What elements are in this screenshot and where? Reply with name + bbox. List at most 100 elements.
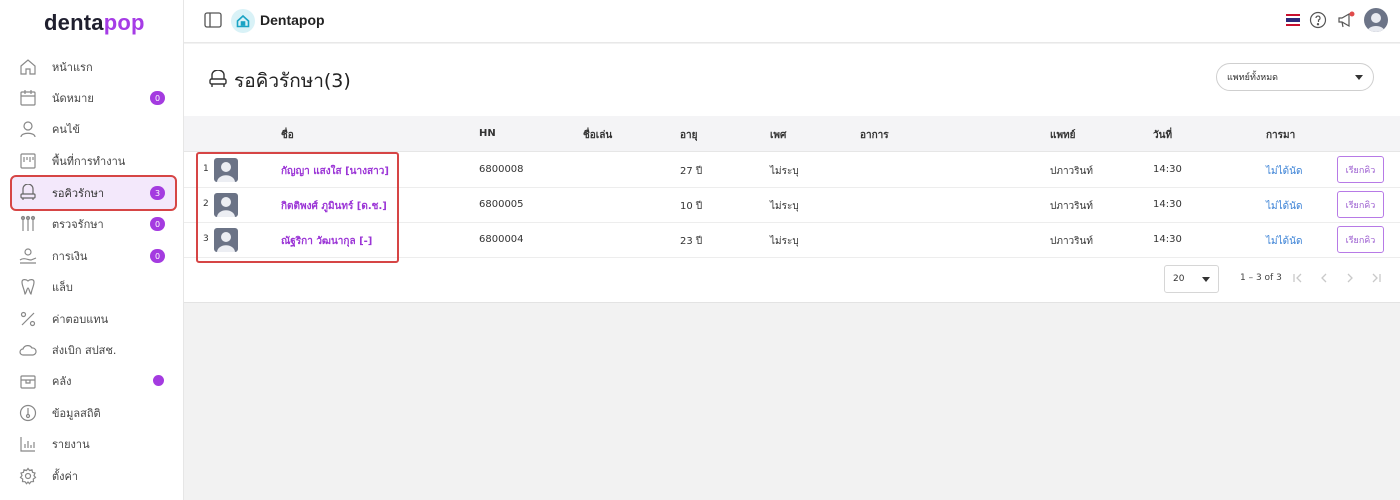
announcement-icon[interactable] bbox=[1336, 10, 1356, 30]
sidebar-item-label: ส่งเบิก สปสช. bbox=[52, 344, 117, 357]
payment-icon bbox=[18, 246, 38, 266]
doctor-cell: ปภาวรินท์ bbox=[1050, 166, 1093, 177]
table-row[interactable]: 2 กิตติพงศ์ ภูมินทร์ [ด.ช.] 6800005 10 ป… bbox=[184, 188, 1400, 222]
doctor-filter-select[interactable]: แพทย์ทั้งหมด bbox=[1216, 63, 1374, 91]
call-queue-button[interactable]: เรียกคิว bbox=[1337, 191, 1384, 218]
column-header-nickname[interactable]: ชื่อเล่น bbox=[583, 128, 612, 143]
dental-chair-icon bbox=[208, 69, 228, 92]
doctor-cell: ปภาวรินท์ bbox=[1050, 236, 1093, 247]
sidebar-item-treatment[interactable]: ตรวจรักษา 0 bbox=[12, 208, 175, 240]
column-header-date[interactable]: วันที่ bbox=[1153, 128, 1172, 143]
dentapop-logo[interactable]: dentapop bbox=[44, 10, 145, 36]
home-icon bbox=[18, 57, 38, 77]
sidebar-item-finance[interactable]: การเงิน 0 bbox=[12, 240, 175, 272]
patient-avatar bbox=[214, 228, 238, 252]
help-icon[interactable] bbox=[1308, 10, 1328, 30]
age-cell: 10 ปี bbox=[680, 201, 703, 212]
sidebar-item-nhso-claim[interactable]: ส่งเบิก สปสช. bbox=[12, 334, 175, 366]
sex-cell: ไม่ระบุ bbox=[770, 236, 799, 247]
sidebar-item-label: รอคิวรักษา bbox=[52, 187, 105, 200]
sidebar: dentapop หน้าแรก นัดหมาย 0 คนไข้ พื้นที่… bbox=[0, 0, 184, 500]
next-page-icon[interactable] bbox=[1342, 270, 1358, 286]
sidebar-item-workspace[interactable]: พื้นที่การทำงาน bbox=[12, 145, 175, 177]
call-queue-button[interactable]: เรียกคิว bbox=[1337, 226, 1384, 253]
column-header-age[interactable]: อายุ bbox=[680, 128, 697, 143]
sidebar-item-statistics[interactable]: ข้อมูลสถิติ bbox=[12, 397, 175, 429]
row-number: 3 bbox=[203, 234, 209, 244]
calendar-icon bbox=[18, 88, 38, 108]
count-badge: 0 bbox=[150, 249, 165, 263]
sidebar-item-compensation[interactable]: ค่าตอบแทน bbox=[12, 303, 175, 335]
box-icon bbox=[18, 371, 38, 391]
sidebar-item-home[interactable]: หน้าแรก bbox=[12, 51, 175, 83]
column-header-name[interactable]: ชื่อ bbox=[281, 128, 294, 143]
table-row[interactable]: 3 ณัฐริกา วัฒนากุล [-] 6800004 23 ปี ไม่… bbox=[184, 223, 1400, 257]
sidebar-item-label: รายงาน bbox=[52, 438, 90, 451]
sidebar-item-settings[interactable]: ตั้งค่า bbox=[12, 460, 175, 492]
last-page-icon[interactable] bbox=[1368, 270, 1384, 286]
sidebar-item-appointments[interactable]: นัดหมาย 0 bbox=[12, 82, 175, 114]
page-title: รอคิวรักษา(3) bbox=[208, 66, 351, 96]
percent-icon bbox=[18, 309, 38, 329]
row-number: 1 bbox=[203, 164, 209, 174]
column-header-sex[interactable]: เพศ bbox=[770, 128, 786, 143]
patient-name-link[interactable]: กิตติพงศ์ ภูมินทร์ [ด.ช.] bbox=[281, 199, 387, 214]
caret-down-icon bbox=[1355, 75, 1363, 80]
sidebar-toggle-icon[interactable] bbox=[204, 12, 222, 28]
workspace-icon bbox=[18, 151, 38, 171]
sidebar-item-reports[interactable]: รายงาน bbox=[12, 428, 175, 460]
hn-cell: 6800008 bbox=[479, 164, 524, 175]
person-icon bbox=[18, 119, 38, 139]
sidebar-item-inventory[interactable]: คลัง bbox=[12, 365, 175, 397]
patient-name-link[interactable]: ณัฐริกา วัฒนากุล [-] bbox=[281, 234, 372, 249]
time-cell: 14:30 bbox=[1153, 199, 1182, 210]
doctor-cell: ปภาวรินท์ bbox=[1050, 201, 1093, 212]
call-queue-button[interactable]: เรียกคิว bbox=[1337, 156, 1384, 183]
sidebar-item-label: พื้นที่การทำงาน bbox=[52, 155, 126, 168]
sidebar-item-label: ค่าตอบแทน bbox=[52, 313, 109, 326]
user-avatar[interactable] bbox=[1364, 8, 1388, 32]
age-cell: 27 ปี bbox=[680, 166, 703, 177]
arrival-status-cell: ไม่ได้นัด bbox=[1266, 166, 1303, 177]
tooth-icon bbox=[18, 277, 38, 297]
sidebar-item-label: หน้าแรก bbox=[52, 61, 93, 74]
sidebar-item-waiting-queue[interactable]: รอคิวรักษา 3 bbox=[10, 175, 177, 211]
sidebar-item-patients[interactable]: คนไข้ bbox=[12, 113, 175, 145]
page-size-value: 20 bbox=[1173, 274, 1185, 284]
column-header-symptom[interactable]: อาการ bbox=[860, 128, 889, 143]
sidebar-item-label: นัดหมาย bbox=[52, 92, 94, 105]
sidebar-item-label: ตรวจรักษา bbox=[52, 218, 104, 231]
sex-cell: ไม่ระบุ bbox=[770, 201, 799, 212]
page-size-select[interactable]: 20 bbox=[1164, 265, 1219, 293]
patient-name-link[interactable]: กัญญา แสงใส [นางสาว] bbox=[281, 164, 389, 179]
arrival-status-cell: ไม่ได้นัด bbox=[1266, 236, 1303, 247]
report-chart-icon bbox=[18, 434, 38, 454]
sidebar-item-lab[interactable]: แล็บ bbox=[12, 271, 175, 303]
column-header-hn[interactable]: HN bbox=[479, 128, 496, 139]
time-cell: 14:30 bbox=[1153, 164, 1182, 175]
sidebar-item-label: ตั้งค่า bbox=[52, 470, 79, 483]
sidebar-item-label: คนไข้ bbox=[52, 123, 80, 136]
row-divider bbox=[184, 257, 1400, 258]
row-number: 2 bbox=[203, 199, 209, 209]
count-badge: 0 bbox=[150, 91, 165, 105]
cloud-icon bbox=[18, 340, 38, 360]
hn-cell: 6800005 bbox=[479, 199, 524, 210]
logo-text-part1: denta bbox=[44, 10, 104, 35]
gear-icon bbox=[18, 466, 38, 486]
clinic-title: Dentapop bbox=[260, 12, 325, 28]
table-row[interactable]: 1 กัญญา แสงใส [นางสาว] 6800008 27 ปี ไม่… bbox=[184, 153, 1400, 187]
queue-panel: รอคิวรักษา(3) แพทย์ทั้งหมด ชื่อ HN ชื่อเ… bbox=[184, 44, 1400, 303]
sidebar-item-label: คลัง bbox=[52, 375, 72, 388]
thai-flag-icon[interactable] bbox=[1286, 14, 1300, 26]
clinic-home-icon[interactable] bbox=[231, 9, 255, 33]
page-title-text: รอคิวรักษา(3) bbox=[234, 70, 351, 92]
dental-chair-icon bbox=[18, 183, 38, 203]
notification-dot bbox=[153, 375, 164, 386]
patient-avatar bbox=[214, 158, 238, 182]
column-header-arrival[interactable]: การมา bbox=[1266, 128, 1295, 143]
age-cell: 23 ปี bbox=[680, 236, 703, 247]
first-page-icon[interactable] bbox=[1290, 270, 1306, 286]
previous-page-icon[interactable] bbox=[1316, 270, 1332, 286]
column-header-doctor[interactable]: แพทย์ bbox=[1050, 128, 1076, 143]
